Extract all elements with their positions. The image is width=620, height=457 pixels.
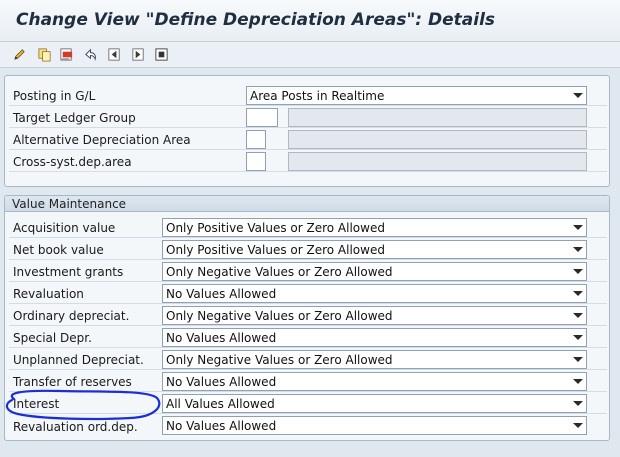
unplanned-depreciat-dropdown[interactable]: Only Negative Values or Zero Allowed — [162, 350, 587, 369]
ordinary-depreciat-label: Ordinary depreciat. — [13, 309, 130, 323]
chevron-down-icon[interactable] — [573, 269, 583, 274]
field-row-revaluation: Revaluation No Values Allowed — [9, 282, 607, 304]
chevron-down-icon[interactable] — [573, 335, 583, 340]
acquisition-value-label: Acquisition value — [13, 221, 116, 235]
investment-grants-value: Only Negative Values or Zero Allowed — [166, 265, 393, 279]
field-row-alternative-depreciation-area: Alternative Depreciation Area — [9, 128, 607, 150]
chevron-down-icon[interactable] — [573, 401, 583, 406]
cross-syst-dep-area-label: Cross-syst.dep.area — [13, 155, 132, 169]
next-entry-icon[interactable] — [130, 46, 147, 63]
posting-in-gl-label: Posting in G/L — [13, 89, 96, 103]
chevron-down-icon[interactable] — [573, 247, 583, 252]
revaluation-label: Revaluation — [13, 287, 84, 301]
chevron-down-icon[interactable] — [573, 93, 583, 98]
value-maintenance-title: Value Maintenance — [5, 196, 609, 212]
field-row-ordinary-depreciat: Ordinary depreciat. Only Negative Values… — [9, 304, 607, 326]
chevron-down-icon[interactable] — [573, 291, 583, 296]
revaluation-dropdown[interactable]: No Values Allowed — [162, 284, 587, 303]
interest-value: All Values Allowed — [166, 397, 275, 411]
revaluation-ord-dep-dropdown[interactable]: No Values Allowed — [162, 416, 587, 435]
title-bar: Change View "Define Depreciation Areas":… — [0, 0, 620, 42]
chevron-down-icon[interactable] — [573, 225, 583, 230]
value-maintenance-group: Value Maintenance Acquisition value Only… — [4, 195, 610, 441]
special-depr-label: Special Depr. — [13, 331, 92, 345]
investment-grants-dropdown[interactable]: Only Negative Values or Zero Allowed — [162, 262, 587, 281]
field-row-special-depr: Special Depr. No Values Allowed — [9, 326, 607, 348]
special-depr-dropdown[interactable]: No Values Allowed — [162, 328, 587, 347]
alternative-depreciation-area-input[interactable] — [246, 130, 266, 149]
net-book-value-value: Only Positive Values or Zero Allowed — [166, 243, 385, 257]
alternative-depreciation-area-label: Alternative Depreciation Area — [13, 133, 191, 147]
target-ledger-group-description — [288, 108, 587, 127]
field-row-posting-in-gl: Posting in G/L Area Posts in Realtime — [9, 84, 607, 106]
revaluation-value: No Values Allowed — [166, 287, 277, 301]
net-book-value-label: Net book value — [13, 243, 104, 257]
interest-dropdown[interactable]: All Values Allowed — [162, 394, 587, 413]
field-row-target-ledger-group: Target Ledger Group — [9, 106, 607, 128]
acquisition-value-value: Only Positive Values or Zero Allowed — [166, 221, 385, 235]
field-row-revaluation-ord-dep: Revaluation ord.dep. No Values Allowed — [9, 414, 607, 436]
posting-in-gl-value: Area Posts in Realtime — [250, 89, 385, 103]
field-row-unplanned-depreciat: Unplanned Depreciat. Only Negative Value… — [9, 348, 607, 370]
transfer-of-reserves-dropdown[interactable]: No Values Allowed — [162, 372, 587, 391]
undo-icon[interactable] — [82, 46, 99, 63]
field-row-cross-syst-dep-area: Cross-syst.dep.area — [9, 150, 607, 172]
select-icon[interactable] — [153, 46, 170, 63]
acquisition-value-dropdown[interactable]: Only Positive Values or Zero Allowed — [162, 218, 587, 237]
chevron-down-icon[interactable] — [573, 423, 583, 428]
target-ledger-group-label: Target Ledger Group — [13, 111, 136, 125]
transfer-of-reserves-value: No Values Allowed — [166, 375, 277, 389]
edit-pencil-icon[interactable] — [11, 46, 28, 63]
transfer-of-reserves-label: Transfer of reserves — [13, 375, 132, 389]
posting-in-gl-dropdown[interactable]: Area Posts in Realtime — [246, 86, 587, 105]
ordinary-depreciat-dropdown[interactable]: Only Negative Values or Zero Allowed — [162, 306, 587, 325]
chevron-down-icon[interactable] — [573, 313, 583, 318]
unplanned-depreciat-value: Only Negative Values or Zero Allowed — [166, 353, 393, 367]
field-row-interest: Interest All Values Allowed — [9, 392, 607, 414]
delete-icon[interactable] — [58, 46, 75, 63]
previous-entry-icon[interactable] — [106, 46, 123, 63]
revaluation-ord-dep-value: No Values Allowed — [166, 419, 277, 433]
chevron-down-icon[interactable] — [573, 379, 583, 384]
ordinary-depreciat-value: Only Negative Values or Zero Allowed — [166, 309, 393, 323]
chevron-down-icon[interactable] — [573, 357, 583, 362]
general-group: Posting in G/L Area Posts in Realtime Ta… — [4, 75, 610, 187]
cross-syst-dep-area-input[interactable] — [246, 152, 266, 171]
net-book-value-dropdown[interactable]: Only Positive Values or Zero Allowed — [162, 240, 587, 259]
field-row-investment-grants: Investment grants Only Negative Values o… — [9, 260, 607, 282]
target-ledger-group-input[interactable] — [246, 108, 278, 127]
field-row-acquisition-value: Acquisition value Only Positive Values o… — [9, 216, 607, 238]
unplanned-depreciat-label: Unplanned Depreciat. — [13, 353, 144, 367]
page-title: Change View "Define Depreciation Areas":… — [16, 10, 496, 30]
alternative-depreciation-area-description — [288, 130, 587, 149]
special-depr-value: No Values Allowed — [166, 331, 277, 345]
field-row-net-book-value: Net book value Only Positive Values or Z… — [9, 238, 607, 260]
application-toolbar — [0, 42, 620, 68]
cross-syst-dep-area-description — [288, 152, 587, 171]
revaluation-ord-dep-label: Revaluation ord.dep. — [13, 420, 138, 434]
investment-grants-label: Investment grants — [13, 265, 124, 279]
interest-label: Interest — [13, 397, 60, 411]
copy-icon[interactable] — [36, 46, 53, 63]
field-row-transfer-of-reserves: Transfer of reserves No Values Allowed — [9, 370, 607, 392]
